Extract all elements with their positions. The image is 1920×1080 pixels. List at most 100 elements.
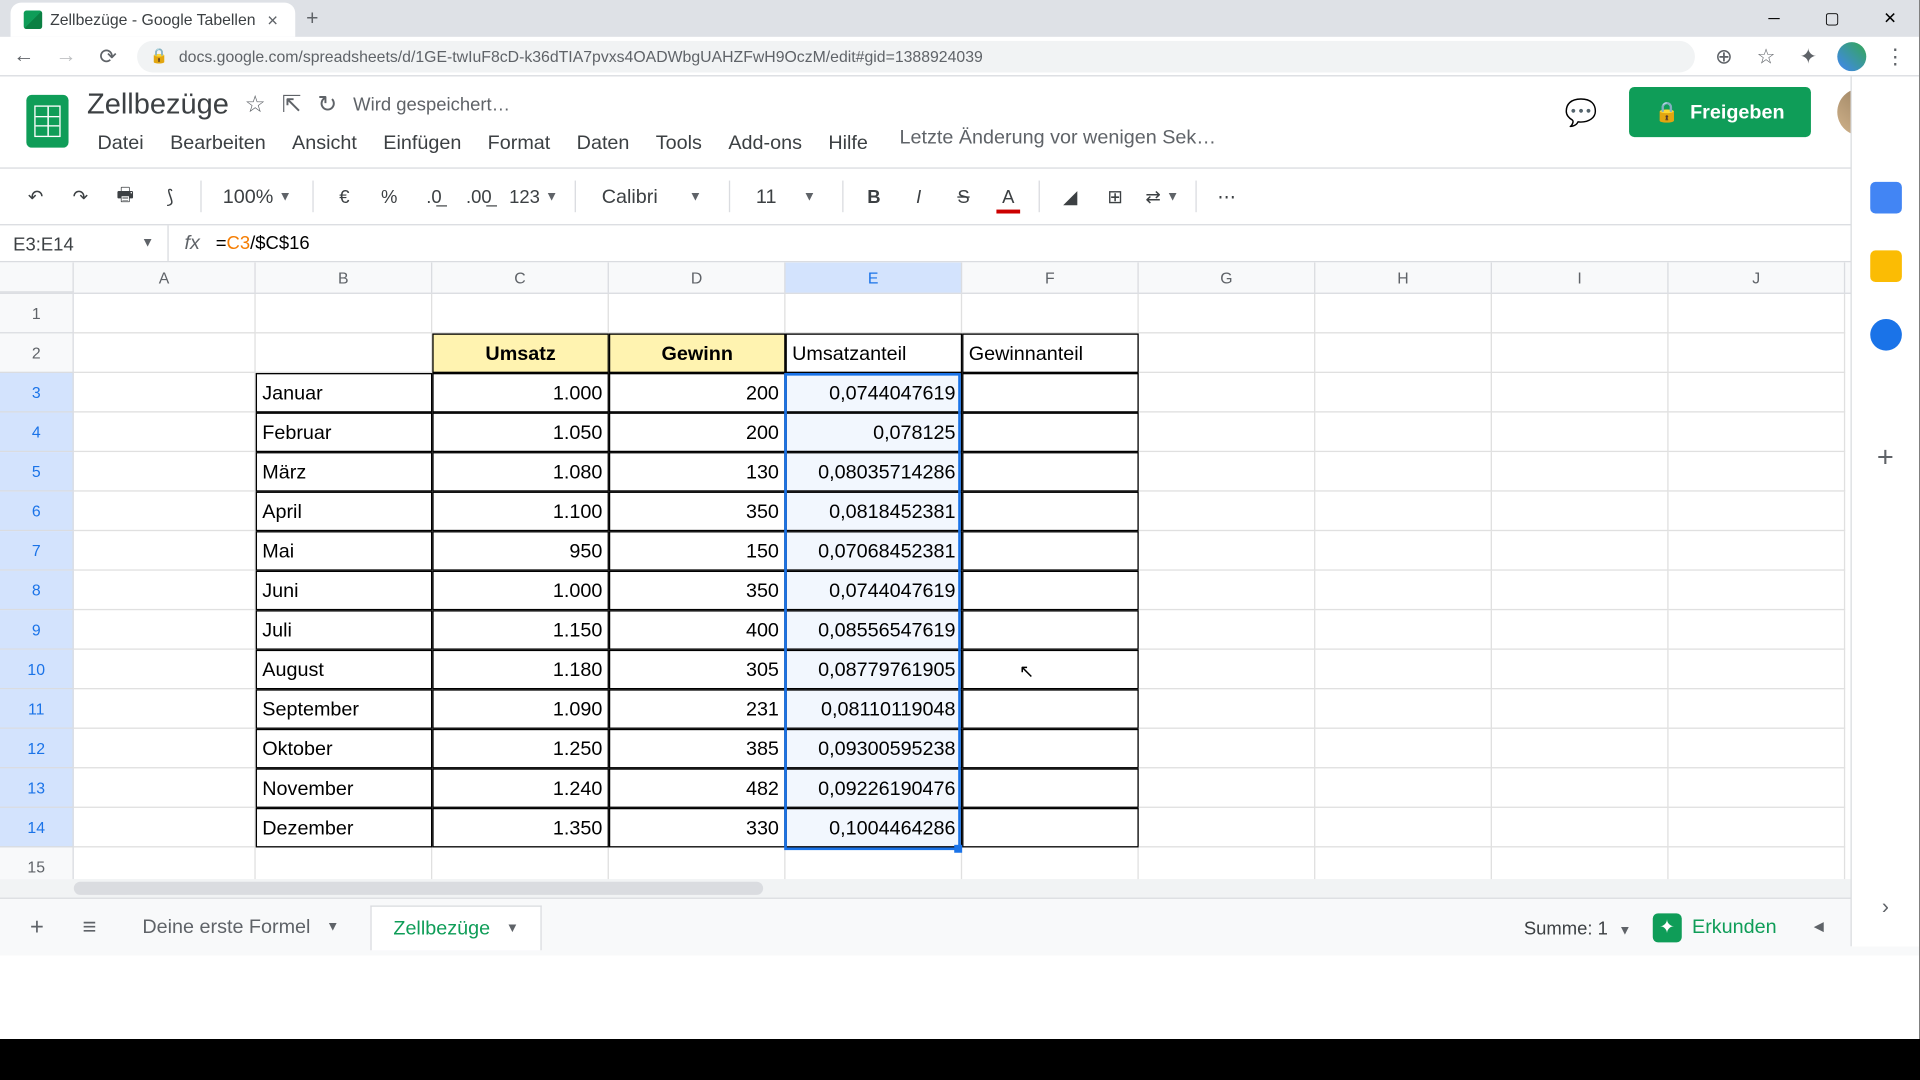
browser-tab[interactable]: Zellbezüge - Google Tabellen × [11, 3, 296, 37]
menu-tools[interactable]: Tools [645, 127, 712, 160]
cell[interactable]: 1.100 [432, 492, 609, 532]
cell[interactable]: 482 [609, 768, 786, 808]
col-header-C[interactable]: C [432, 262, 609, 292]
row-header[interactable]: 13 [0, 768, 74, 808]
sheet-tab-2[interactable]: Zellbezüge▼ [371, 905, 541, 950]
summary-dropdown[interactable]: Summe: 1 ▼ [1524, 917, 1632, 938]
cell[interactable]: November [256, 768, 433, 808]
menu-data[interactable]: Daten [566, 127, 640, 160]
cell[interactable]: 0,1004464286 [786, 808, 963, 848]
cell[interactable]: 350 [609, 571, 786, 611]
cell[interactable]: Gewinn [609, 333, 786, 373]
cell[interactable]: 0,07068452381 [786, 531, 963, 571]
cell[interactable] [1669, 610, 1846, 650]
cell[interactable]: 1.090 [432, 689, 609, 729]
cell[interactable] [1669, 531, 1846, 571]
cell[interactable] [1669, 847, 1846, 879]
cell[interactable] [962, 294, 1139, 334]
cell[interactable] [962, 492, 1139, 532]
cell[interactable] [1492, 413, 1669, 453]
menu-file[interactable]: Datei [87, 127, 154, 160]
cell[interactable] [74, 492, 256, 532]
strikethrough-button[interactable]: S [944, 177, 984, 217]
profile-avatar[interactable] [1837, 42, 1866, 71]
row-header[interactable]: 14 [0, 808, 74, 848]
cell[interactable] [1669, 650, 1846, 690]
cell[interactable] [1492, 729, 1669, 769]
row-header[interactable]: 5 [0, 452, 74, 492]
row-header[interactable]: 3 [0, 373, 74, 413]
italic-button[interactable]: I [899, 177, 939, 217]
close-window-button[interactable]: ✕ [1861, 0, 1919, 37]
star-icon[interactable]: ☆ [245, 90, 266, 118]
add-addon-icon[interactable]: + [1877, 440, 1894, 474]
cell[interactable] [432, 294, 609, 334]
cell[interactable] [1669, 294, 1846, 334]
cell[interactable] [432, 847, 609, 879]
url-input[interactable]: 🔒 docs.google.com/spreadsheets/d/1GE-twI… [137, 40, 1695, 72]
cell[interactable] [1139, 413, 1316, 453]
cell[interactable] [962, 452, 1139, 492]
number-format-button[interactable]: 123▼ [504, 177, 564, 217]
cell[interactable] [1139, 571, 1316, 611]
cell[interactable]: April [256, 492, 433, 532]
cell[interactable] [1669, 413, 1846, 453]
cell[interactable] [1492, 808, 1669, 848]
cell[interactable] [786, 294, 963, 334]
col-header-A[interactable]: A [74, 262, 256, 292]
cell[interactable]: August [256, 650, 433, 690]
cell[interactable] [786, 847, 963, 879]
cell[interactable] [962, 847, 1139, 879]
cell[interactable]: 0,08779761905 [786, 650, 963, 690]
menu-insert[interactable]: Einfügen [373, 127, 472, 160]
cell[interactable] [74, 847, 256, 879]
all-sheets-button[interactable]: ≡ [69, 906, 111, 948]
cell[interactable]: Gewinnanteil [962, 333, 1139, 373]
cell[interactable] [962, 729, 1139, 769]
cell[interactable]: 305 [609, 650, 786, 690]
col-header-B[interactable]: B [256, 262, 433, 292]
comments-button[interactable]: 💬 [1560, 91, 1602, 133]
cell[interactable]: Umsatzanteil [786, 333, 963, 373]
cell[interactable] [1139, 610, 1316, 650]
cell[interactable] [962, 768, 1139, 808]
cell[interactable] [1315, 610, 1492, 650]
menu-view[interactable]: Ansicht [282, 127, 368, 160]
cell[interactable] [256, 847, 433, 879]
row-header[interactable]: 12 [0, 729, 74, 769]
document-title[interactable]: Zellbezüge [87, 87, 229, 121]
cell[interactable]: 200 [609, 373, 786, 413]
paint-format-button[interactable]: ⟆ [150, 177, 190, 217]
cell[interactable] [74, 571, 256, 611]
cell[interactable] [962, 689, 1139, 729]
explore-button[interactable]: ✦ Erkunden [1652, 913, 1776, 942]
row-header[interactable]: 9 [0, 610, 74, 650]
sheet-tab-1[interactable]: Deine erste Formel▼ [121, 905, 360, 948]
cell[interactable]: 0,08556547619 [786, 610, 963, 650]
move-icon[interactable]: ⇱ [282, 90, 302, 118]
cell[interactable]: September [256, 689, 433, 729]
redo-button[interactable]: ↷ [61, 177, 101, 217]
zoom-select[interactable]: 100%▼ [212, 177, 302, 217]
row-header[interactable]: 1 [0, 294, 74, 334]
cell[interactable]: Dezember [256, 808, 433, 848]
fill-color-button[interactable]: ◢ [1050, 177, 1090, 217]
cell[interactable]: 130 [609, 452, 786, 492]
col-header-J[interactable]: J [1669, 262, 1846, 292]
menu-help[interactable]: Hilfe [818, 127, 879, 160]
cell[interactable] [74, 768, 256, 808]
text-color-button[interactable]: A [989, 177, 1029, 217]
cell[interactable] [1492, 531, 1669, 571]
cell[interactable]: 1.000 [432, 571, 609, 611]
cell[interactable]: 0,09226190476 [786, 768, 963, 808]
currency-button[interactable]: € [325, 177, 365, 217]
share-button[interactable]: 🔒 Freigeben [1629, 87, 1811, 137]
font-size-select[interactable]: 11▼ [740, 177, 832, 217]
cell[interactable] [1315, 768, 1492, 808]
row-header[interactable]: 6 [0, 492, 74, 532]
zoom-icon[interactable]: ⊕ [1711, 43, 1737, 69]
cell[interactable] [1139, 650, 1316, 690]
close-tab-icon[interactable]: × [263, 11, 281, 29]
col-header-D[interactable]: D [609, 262, 786, 292]
row-header[interactable]: 7 [0, 531, 74, 571]
